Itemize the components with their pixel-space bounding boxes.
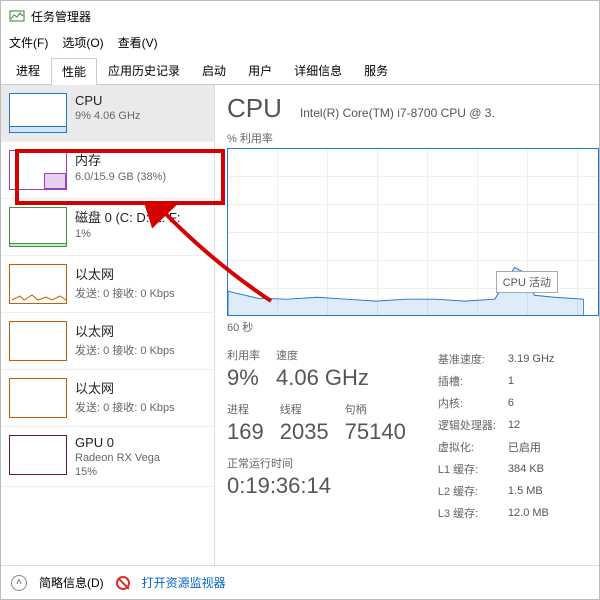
app-icon <box>9 8 25 24</box>
chart-tooltip: CPU 活动 <box>496 271 558 293</box>
tab-details[interactable]: 详细信息 <box>283 57 353 84</box>
window-title: 任务管理器 <box>31 8 91 25</box>
sidebar-item-gpu[interactable]: GPU 0 Radeon RX Vega 15% <box>1 427 214 487</box>
footer: ˄ 简略信息(D) 打开资源监视器 <box>1 565 599 599</box>
ethernet-thumb <box>9 378 67 418</box>
sidebar-item-memory[interactable]: 内存 6.0/15.9 GB (38%) <box>1 142 214 199</box>
uptime-value: 0:19:36:14 <box>227 473 406 499</box>
sidebar-item-ethernet-2[interactable]: 以太网 发送: 0 接收: 0 Kbps <box>1 370 214 427</box>
chevron-up-icon[interactable]: ˄ <box>11 575 27 591</box>
titlebar[interactable]: 任务管理器 <box>1 1 599 31</box>
task-manager-window: 任务管理器 文件(F) 选项(O) 查看(V) 进程 性能 应用历史记录 启动 … <box>0 0 600 600</box>
tabstrip: 进程 性能 应用历史记录 启动 用户 详细信息 服务 <box>1 57 599 85</box>
tab-performance[interactable]: 性能 <box>51 58 97 85</box>
sidebar-item-label: 以太网 <box>75 378 175 397</box>
ethernet-thumb <box>9 264 67 304</box>
sidebar-item-sub: 发送: 0 接收: 0 Kbps <box>75 285 175 301</box>
tab-users[interactable]: 用户 <box>237 57 283 84</box>
tab-processes[interactable]: 进程 <box>5 57 51 84</box>
stat-value: 9% <box>227 365 260 391</box>
cpu-utilization-chart[interactable]: CPU 活动 <box>227 148 599 316</box>
sidebar-item-ethernet-0[interactable]: 以太网 发送: 0 接收: 0 Kbps <box>1 256 214 313</box>
resource-sidebar: CPU 9% 4.06 GHz 内存 6.0/15.9 GB (38%) 磁盘 … <box>1 85 215 565</box>
gpu-thumb <box>9 435 67 475</box>
detail-pane: CPU Intel(R) Core(TM) i7-8700 CPU @ 3. %… <box>215 85 599 565</box>
sidebar-item-label: 内存 <box>75 150 166 169</box>
sidebar-item-label: 以太网 <box>75 321 175 340</box>
sidebar-item-sub2: 15% <box>75 466 160 478</box>
memory-thumb <box>9 150 67 190</box>
no-entry-icon <box>116 576 130 590</box>
stat-label: 线程 <box>280 401 329 417</box>
sidebar-item-sub: 1% <box>75 228 180 240</box>
sidebar-item-sub: 9% 4.06 GHz <box>75 110 140 122</box>
sidebar-item-label: 磁盘 0 (C: D: E: F: <box>75 207 180 226</box>
stat-label: 利用率 <box>227 347 260 363</box>
stat-label: 句柄 <box>345 401 406 417</box>
content: CPU 9% 4.06 GHz 内存 6.0/15.9 GB (38%) 磁盘 … <box>1 85 599 565</box>
stat-value: 4.06 GHz <box>276 365 369 391</box>
secondary-stats: 基准速度:3.19 GHz 插槽:1 内核:6 逻辑处理器:12 虚拟化:已启用… <box>436 347 567 525</box>
stat-value: 75140 <box>345 419 406 445</box>
sidebar-item-sub: 6.0/15.9 GB (38%) <box>75 171 166 183</box>
tab-startup[interactable]: 启动 <box>191 57 237 84</box>
stat-value: 169 <box>227 419 264 445</box>
sidebar-item-sub: 发送: 0 接收: 0 Kbps <box>75 342 175 358</box>
primary-stats: 利用率 9% 速度 4.06 GHz 进程 169 线程 2035 句柄 75140 正常… <box>227 347 406 525</box>
ethernet-thumb <box>9 321 67 361</box>
sidebar-item-sub: Radeon RX Vega <box>75 452 160 464</box>
open-resource-monitor-link[interactable]: 打开资源监视器 <box>142 574 226 591</box>
cpu-model: Intel(R) Core(TM) i7-8700 CPU @ 3. <box>300 106 495 120</box>
detail-heading: CPU <box>227 93 282 124</box>
menu-options[interactable]: 选项(O) <box>62 34 103 51</box>
disk-thumb <box>9 207 67 247</box>
tab-services[interactable]: 服务 <box>353 57 399 84</box>
menu-file[interactable]: 文件(F) <box>9 34 48 51</box>
chart-title: % 利用率 <box>227 130 599 146</box>
cpu-thumb <box>9 93 67 133</box>
sidebar-item-sub: 发送: 0 接收: 0 Kbps <box>75 399 175 415</box>
sidebar-item-ethernet-1[interactable]: 以太网 发送: 0 接收: 0 Kbps <box>1 313 214 370</box>
menubar: 文件(F) 选项(O) 查看(V) <box>1 31 599 53</box>
chart-x-label: 60 秒 <box>227 319 599 335</box>
stat-value: 2035 <box>280 419 329 445</box>
sidebar-item-label: CPU <box>75 93 140 108</box>
stat-label: 进程 <box>227 401 264 417</box>
uptime-label: 正常运行时间 <box>227 455 406 471</box>
stat-label: 速度 <box>276 347 369 363</box>
tab-app-history[interactable]: 应用历史记录 <box>97 57 191 84</box>
brief-info-button[interactable]: 简略信息(D) <box>39 574 104 591</box>
sidebar-item-disk[interactable]: 磁盘 0 (C: D: E: F: 1% <box>1 199 214 256</box>
menu-view[interactable]: 查看(V) <box>118 34 158 51</box>
sidebar-item-label: 以太网 <box>75 264 175 283</box>
sidebar-item-label: GPU 0 <box>75 435 160 450</box>
sidebar-item-cpu[interactable]: CPU 9% 4.06 GHz <box>1 85 214 142</box>
